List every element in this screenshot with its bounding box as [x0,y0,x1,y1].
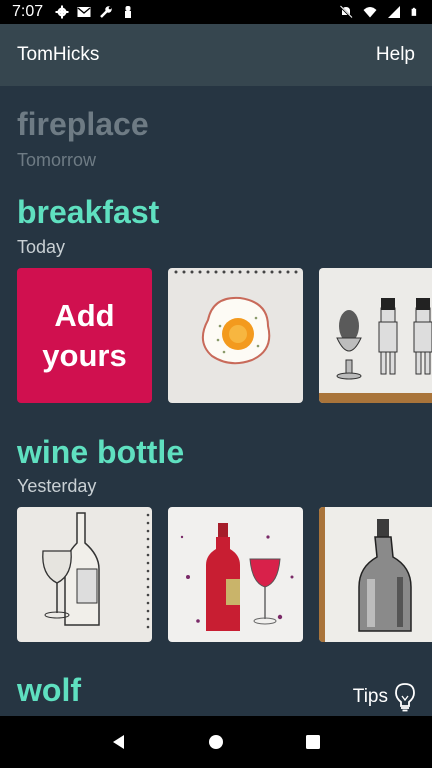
wrench-icon [100,6,112,18]
recents-button[interactable] [293,722,333,762]
prompt-list[interactable]: fireplace Tomorrow breakfast Today Add y… [0,86,432,716]
section-date: Today [17,237,66,257]
section-title[interactable]: wine bottle [17,434,184,471]
status-time: 7:07 [12,3,44,20]
tips-button[interactable]: Tips [353,682,416,712]
back-icon [112,735,124,749]
app-bar: TomHicks Help [0,24,432,86]
section-title[interactable]: breakfast [17,194,159,231]
egg-cup-and-soldiers-drawing[interactable] [319,268,432,403]
image-row[interactable] [17,507,432,642]
home-icon [208,735,223,749]
wifi-icon [363,7,377,18]
user-name[interactable]: TomHicks [17,44,99,66]
image-row[interactable]: Add yours [17,268,432,403]
tips-label: Tips [352,686,388,707]
recents-icon [306,735,321,749]
fried-egg-drawing[interactable] [168,268,303,403]
mute-icon [339,5,353,19]
add-label-line2: yours [42,337,127,373]
system-nav-bar [0,716,432,768]
back-button[interactable] [99,722,139,762]
section-title[interactable]: wolf [17,672,81,709]
gear-icon [55,5,69,19]
wine-bottle-and-glass-sketch[interactable] [17,507,152,642]
help-button[interactable]: Help [376,44,415,66]
section-date: Tomorrow [17,150,97,170]
home-button[interactable] [196,722,236,762]
section-title: fireplace [17,106,149,142]
section-date: Yesterday [17,476,97,496]
battery-icon [411,7,417,16]
lightbulb-icon [395,683,415,712]
mail-icon [77,7,91,17]
status-bar: 7:07 [0,0,432,24]
red-wine-bottle-painting[interactable] [168,507,303,642]
signal-icon [388,6,400,18]
add-label-line1: Add [54,297,115,333]
bottle-pencil-drawing[interactable] [319,507,432,642]
notification-icon [125,6,132,18]
add-yours-button[interactable]: Add yours [17,268,152,403]
